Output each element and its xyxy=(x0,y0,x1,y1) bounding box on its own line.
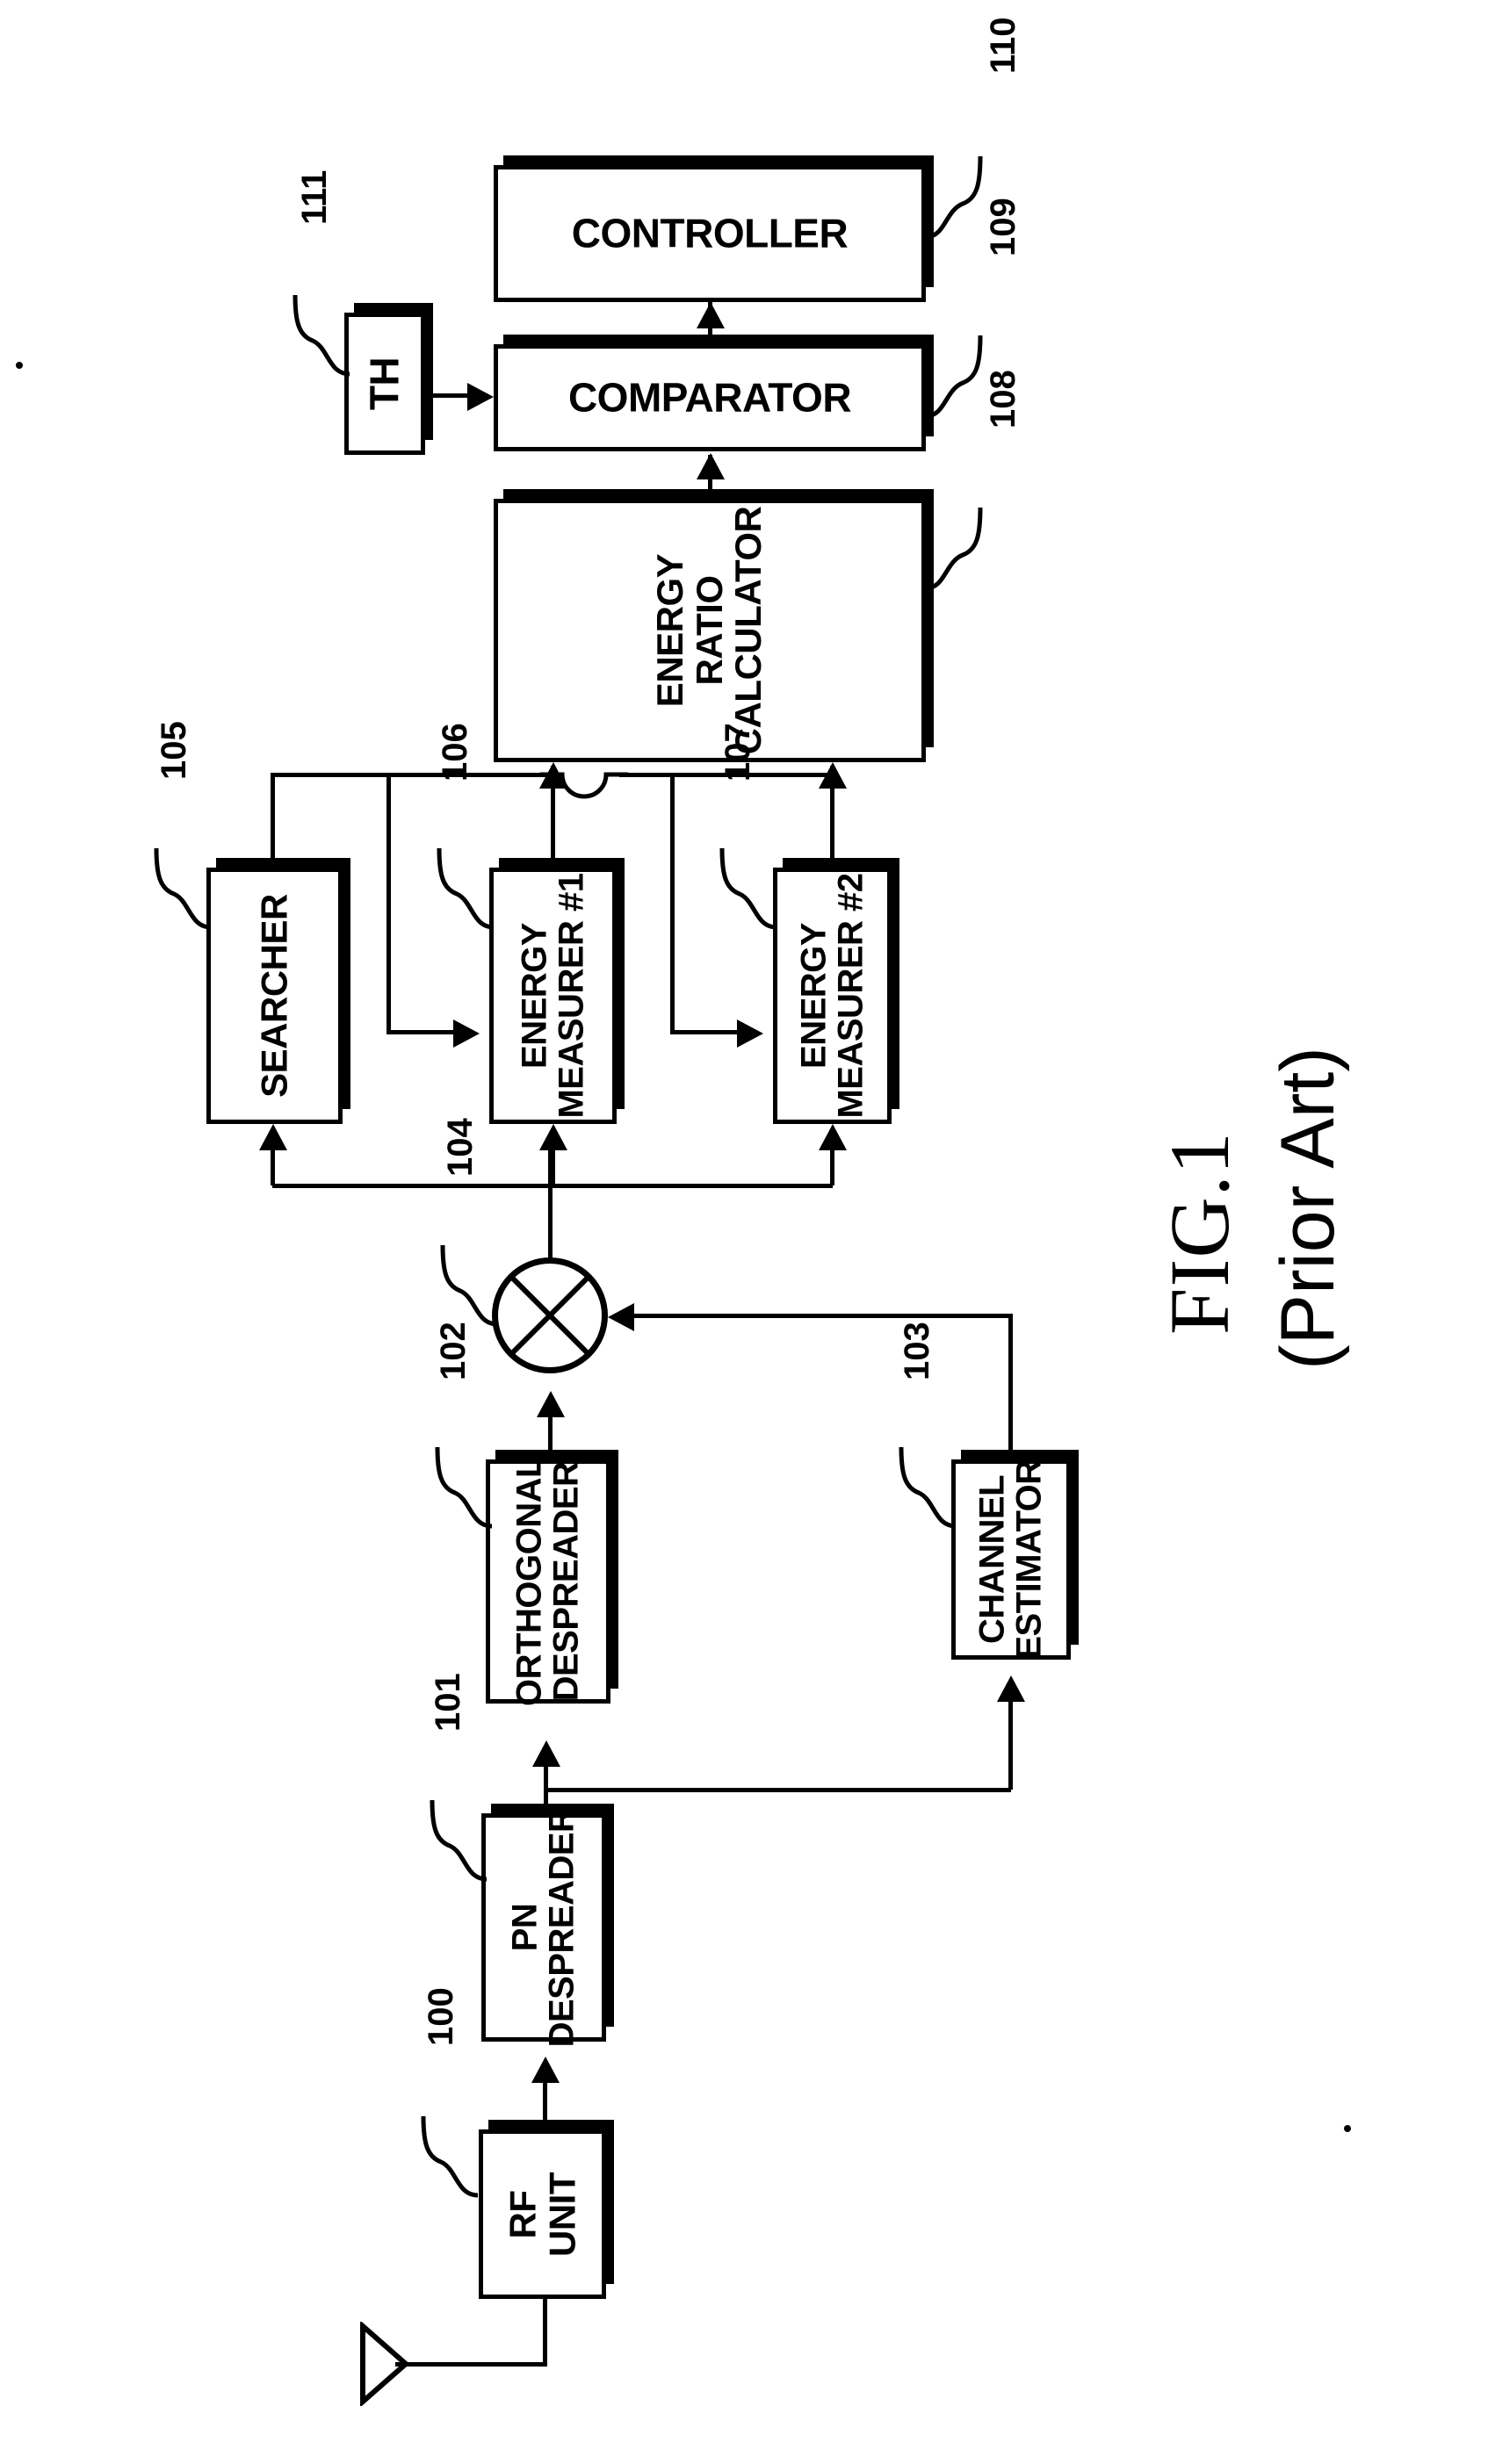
wire-rf-to-antenna-v xyxy=(543,2295,547,2367)
arrowhead-lower-bus-to-em2 xyxy=(819,1124,847,1150)
block-orthogonal-despreader[interactable]: ORTHOGONAL DESPREADER xyxy=(486,1450,618,1706)
wire-searcher-bus-top xyxy=(272,773,549,777)
arrowhead-em1-to-erc xyxy=(539,762,567,789)
block-searcher-label: SEARCHER xyxy=(253,894,295,1098)
block-pn-despreader[interactable]: PN DESPREADER xyxy=(481,1804,614,2047)
block-orthogonal-despreader-label: ORTHOGONAL DESPREADER xyxy=(509,1457,586,1706)
arrowhead-ce-to-multiplier xyxy=(608,1303,634,1331)
erc-line-1: ENERGY xyxy=(649,553,691,708)
wire-bus-to-searcher-branch xyxy=(271,773,275,868)
leader-line-104 xyxy=(440,1244,498,1327)
leader-line-103 xyxy=(899,1446,957,1529)
block-energy-measurer-2-label: ENERGY MEASURER #2 xyxy=(794,873,870,1119)
block-channel-estimator[interactable]: CHANNEL ESTIMATOR xyxy=(951,1450,1079,1660)
block-comparator[interactable]: COMPARATOR xyxy=(494,335,934,451)
ce-line-2: ESTIMATOR xyxy=(1010,1459,1049,1660)
leader-line-101 xyxy=(430,1799,488,1882)
leader-line-105 xyxy=(154,847,212,930)
leader-line-106 xyxy=(437,847,495,930)
od-line-2: DESPREADER xyxy=(547,1461,586,1702)
block-pn-despreader-label: PN DESPREADER xyxy=(505,1807,581,2048)
em1-line-2: MEASURER #1 xyxy=(552,873,591,1119)
ref-numeral-102: 102 xyxy=(434,1322,473,1380)
ref-numeral-105: 105 xyxy=(155,721,193,780)
em1-line-1: ENERGY xyxy=(515,923,554,1069)
leader-line-111 xyxy=(293,294,350,377)
erc-line-2: RATIO xyxy=(688,575,730,686)
block-energy-measurer-2[interactable]: ENERGY MEASURER #2 xyxy=(773,858,899,1124)
block-rf-unit[interactable]: RF UNIT xyxy=(479,2120,614,2299)
page-speck-right xyxy=(1344,2125,1351,2132)
wire-lower-bus-to-searcher xyxy=(271,1149,275,1185)
arrowhead-em2-to-erc xyxy=(819,762,847,789)
wire-ce-up xyxy=(1008,1314,1013,1463)
ref-numeral-106: 106 xyxy=(436,723,474,782)
wire-rf-to-antenna-h xyxy=(395,2362,546,2367)
ref-numeral-109: 109 xyxy=(984,198,1022,256)
arrowhead-od-to-multiplier xyxy=(537,1391,565,1417)
leader-line-102 xyxy=(435,1446,493,1529)
wire-bus-to-em2-left-h xyxy=(670,1030,739,1034)
ref-numeral-100: 100 xyxy=(422,1987,460,2046)
arrowhead-lower-bus-to-searcher xyxy=(259,1124,287,1150)
ref-numeral-107: 107 xyxy=(719,723,757,782)
leader-line-108 xyxy=(925,507,983,591)
wire-pn-to-ce-v xyxy=(1008,1702,1013,1790)
rf-line-1: RF xyxy=(501,2190,543,2238)
wire-bus-to-em1-left xyxy=(386,773,391,1033)
ref-numeral-103: 103 xyxy=(898,1322,936,1380)
patent-figure-page: CONTROLLER 110 COMPARATOR 109 TH 111 ENE… xyxy=(0,0,1488,2464)
wire-lower-bus-to-em1 xyxy=(551,1149,555,1185)
ce-line-1: CHANNEL xyxy=(972,1474,1012,1645)
ref-numeral-101: 101 xyxy=(429,1673,467,1732)
wire-ce-to-multiplier xyxy=(632,1314,1012,1318)
antenna-icon xyxy=(360,2322,410,2406)
arrowhead-bus-to-em1 xyxy=(453,1019,480,1048)
block-controller-label: CONTROLLER xyxy=(571,210,849,256)
arrowhead-threshold-to-comparator xyxy=(467,383,494,411)
leader-line-107 xyxy=(719,847,777,930)
rf-line-2: UNIT xyxy=(540,2172,582,2257)
em2-line-1: ENERGY xyxy=(794,923,834,1069)
arrowhead-comparator-to-controller xyxy=(697,302,725,328)
leader-line-100 xyxy=(421,2115,479,2198)
arrowhead-pn-to-od xyxy=(532,1740,560,1767)
arrowhead-erc-to-comparator xyxy=(697,453,725,479)
block-energy-ratio-calculator[interactable]: ENERGY RATIO CALCULATOR xyxy=(494,489,934,762)
erc-line-3: CALCULATOR xyxy=(727,506,769,755)
wire-bus-to-em1-left-h xyxy=(386,1030,455,1034)
arrowhead-pn-to-ce xyxy=(997,1675,1025,1702)
arrowhead-bus-to-em2 xyxy=(737,1019,763,1048)
block-energy-measurer-1[interactable]: ENERGY MEASURER #1 xyxy=(489,858,625,1124)
block-energy-ratio-calculator-label: ENERGY RATIO CALCULATOR xyxy=(649,506,769,755)
ref-numeral-111: 111 xyxy=(295,169,334,225)
block-comparator-label: COMPARATOR xyxy=(567,374,852,421)
figure-caption: FIG.1 xyxy=(1152,1131,1246,1335)
ref-numeral-104: 104 xyxy=(441,1118,480,1177)
multiplier-circle-icon[interactable] xyxy=(492,1257,608,1373)
em2-line-2: MEASURER #2 xyxy=(831,873,870,1119)
figure-subcaption: (Prior Art) xyxy=(1266,1047,1350,1370)
page-speck-left xyxy=(16,362,23,369)
pn-line-1: PN xyxy=(505,1903,545,1952)
block-rf-unit-label: RF UNIT xyxy=(501,2172,582,2257)
block-channel-estimator-label: CHANNEL ESTIMATOR xyxy=(972,1459,1049,1660)
wire-pn-to-ce-h xyxy=(544,1788,1011,1792)
arrowhead-rf-to-pn xyxy=(531,2057,560,2083)
block-searcher[interactable]: SEARCHER xyxy=(206,858,350,1124)
pn-line-2: DESPREADER xyxy=(543,1807,581,2048)
block-threshold-label: TH xyxy=(361,357,408,411)
od-line-1: ORTHOGONAL xyxy=(509,1457,549,1706)
wire-lower-bus-to-em2 xyxy=(830,1149,834,1185)
ref-numeral-110: 110 xyxy=(984,17,1022,74)
arrowhead-lower-bus-to-em1 xyxy=(539,1124,567,1150)
block-energy-measurer-1-label: ENERGY MEASURER #1 xyxy=(515,873,591,1119)
ref-numeral-108: 108 xyxy=(984,370,1022,429)
block-controller[interactable]: CONTROLLER xyxy=(494,155,934,302)
wire-bus-to-em2-left xyxy=(670,773,675,1033)
